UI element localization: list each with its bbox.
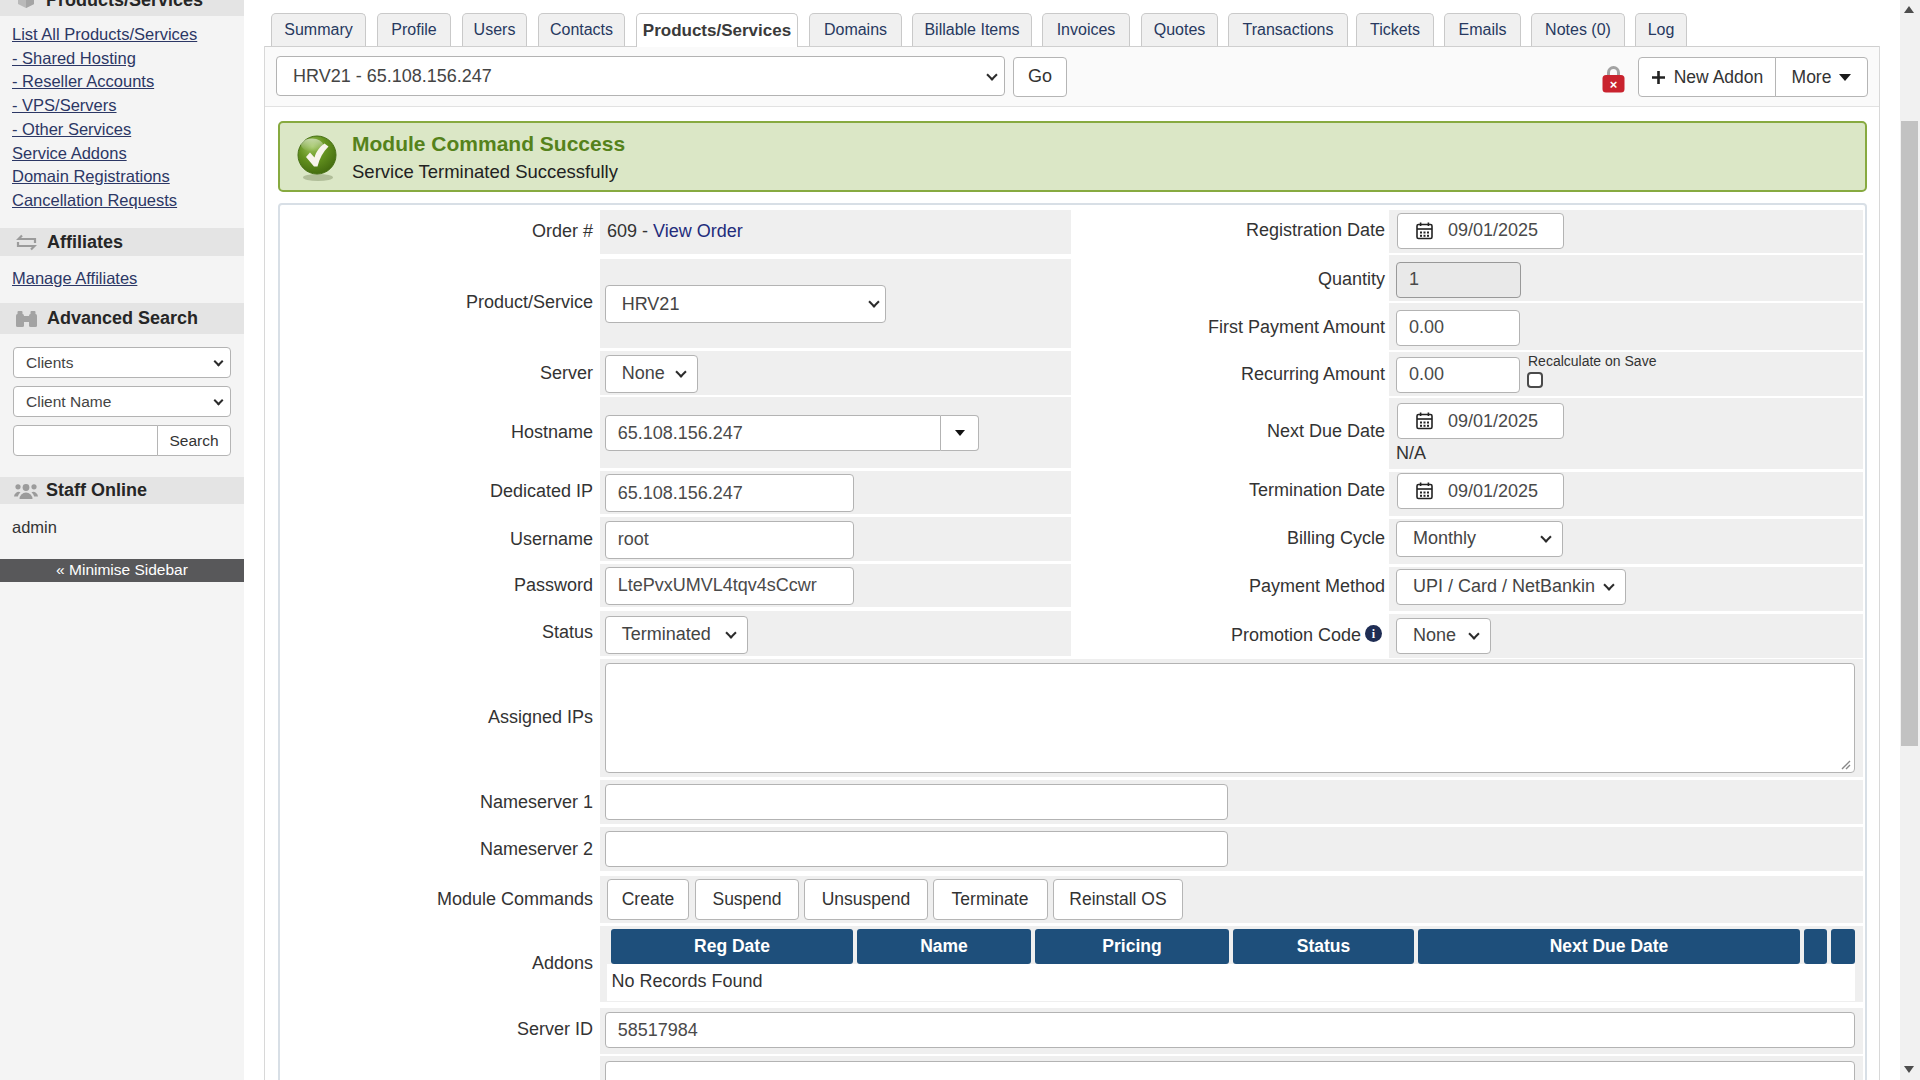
svg-text:×: × <box>1610 77 1618 92</box>
